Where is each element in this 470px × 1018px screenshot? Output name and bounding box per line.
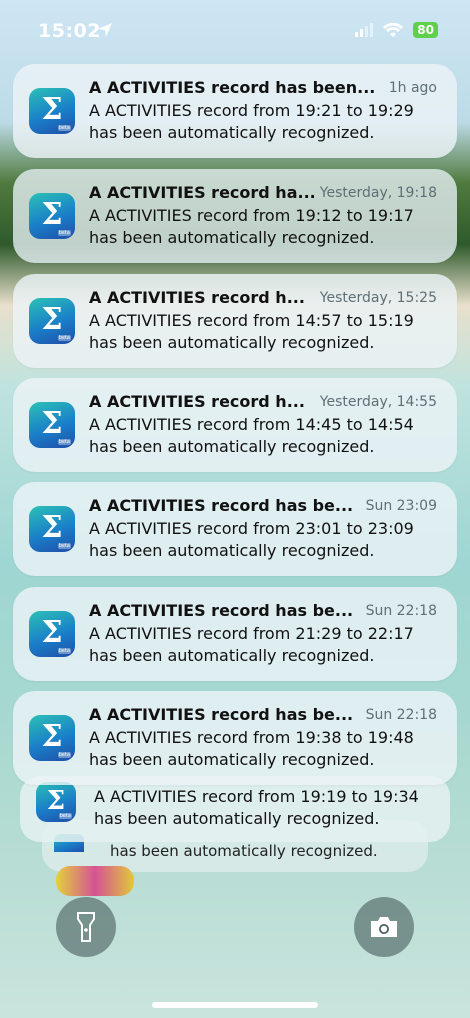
notification-body: A ACTIVITIES record from 19:21 to 19:29 … — [89, 101, 414, 142]
notification-body: A ACTIVITIES record from 19:19 to 19:34 … — [94, 787, 419, 828]
sigma-app-icon: Σbeta — [29, 193, 75, 239]
camera-icon — [371, 917, 397, 937]
sigma-app-icon: Σbeta — [29, 402, 75, 448]
sigma-app-icon: Σbeta — [29, 88, 75, 134]
notification-time: Yesterday, 19:18 — [319, 185, 437, 201]
background-swimmer — [56, 866, 134, 896]
notification-body: A ACTIVITIES record from 19:38 to 19:48 … — [89, 728, 414, 769]
notification-card[interactable]: Σbeta A ACTIVITIES record has been... 1h… — [13, 64, 457, 158]
camera-button[interactable] — [354, 897, 414, 957]
notification-title: A ACTIVITIES record h... — [89, 288, 305, 307]
notification-time: Sun 22:18 — [365, 603, 437, 619]
notification-body: A ACTIVITIES record from 21:29 to 22:17 … — [89, 624, 414, 665]
notification-body: A ACTIVITIES record from 14:45 to 14:54 … — [89, 415, 414, 456]
sigma-app-icon: Σbeta — [29, 715, 75, 761]
notification-time: 1h ago — [388, 80, 437, 96]
battery-indicator: 80 — [413, 22, 438, 38]
status-right: 80 — [355, 22, 438, 38]
notification-body: has been automatically recognized. — [110, 842, 378, 860]
stacked-notification[interactable]: Σbeta A ACTIVITIES record from 19:19 to … — [20, 776, 450, 842]
notification-time: Sun 23:09 — [365, 498, 437, 514]
notification-title: A ACTIVITIES record has be... — [89, 496, 354, 515]
notification-title: A ACTIVITIES record ha... — [89, 183, 314, 202]
sigma-app-icon: Σbeta — [36, 782, 76, 822]
notification-title: A ACTIVITIES record has be... — [89, 705, 354, 724]
notification-card[interactable]: Σbeta A ACTIVITIES record h... Yesterday… — [13, 378, 457, 472]
signal-icon — [355, 23, 374, 37]
notification-body: A ACTIVITIES record from 19:12 to 19:17 … — [89, 206, 414, 247]
notification-time: Yesterday, 14:55 — [319, 394, 437, 410]
notification-card[interactable]: Σbeta A ACTIVITIES record has be... Sun … — [13, 587, 457, 681]
notification-card[interactable]: Σbeta A ACTIVITIES record has be... Sun … — [13, 691, 457, 785]
status-time: 15:02 — [38, 20, 101, 42]
sigma-app-icon: Σbeta — [29, 611, 75, 657]
location-arrow-icon — [98, 23, 112, 37]
notification-body: A ACTIVITIES record from 14:57 to 15:19 … — [89, 311, 414, 352]
flashlight-button[interactable] — [56, 897, 116, 957]
notification-time: Yesterday, 15:25 — [319, 290, 437, 306]
home-indicator[interactable] — [152, 1002, 318, 1008]
notification-body: A ACTIVITIES record from 23:01 to 23:09 … — [89, 519, 414, 560]
notification-card[interactable]: Σbeta A ACTIVITIES record ha... Yesterda… — [13, 169, 457, 263]
flashlight-icon — [77, 912, 95, 942]
notification-card[interactable]: Σbeta A ACTIVITIES record has be... Sun … — [13, 482, 457, 576]
status-bar: 15:02 80 — [0, 0, 470, 60]
sigma-app-icon: Σbeta — [29, 506, 75, 552]
notification-title: A ACTIVITIES record has been... — [89, 78, 376, 97]
wifi-icon — [383, 22, 404, 37]
notification-title: A ACTIVITIES record h... — [89, 392, 305, 411]
notification-title: A ACTIVITIES record has be... — [89, 601, 354, 620]
notification-card[interactable]: Σbeta A ACTIVITIES record h... Yesterday… — [13, 274, 457, 368]
notification-time: Sun 22:18 — [365, 707, 437, 723]
sigma-app-icon: Σbeta — [29, 298, 75, 344]
